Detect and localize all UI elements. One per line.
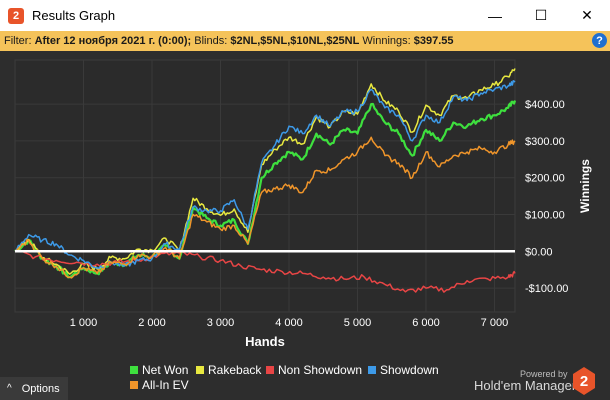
legend-swatch: [266, 366, 274, 374]
x-tick-label: 6 000: [412, 317, 440, 329]
options-button[interactable]: ^ Options: [0, 377, 68, 400]
x-axis-label: Hands: [245, 334, 285, 349]
legend-swatch: [130, 366, 138, 374]
y-tick-label: $300.00: [525, 136, 565, 148]
plot-area: [14, 59, 516, 313]
x-tick-label: 1 000: [70, 317, 98, 329]
y-tick-label: $400.00: [525, 99, 565, 111]
y-tick-label: $100.00: [525, 210, 565, 222]
brand-name: Hold'em Manager: [474, 378, 577, 393]
legend-swatch: [130, 381, 138, 389]
legend-swatch: [368, 366, 376, 374]
y-axis-label: Winnings: [578, 159, 592, 213]
x-tick-label: 7 000: [481, 317, 509, 329]
y-tick-label: -$100.00: [525, 283, 568, 295]
chevron-up-icon: ^: [7, 383, 12, 394]
x-tick-label: 2 000: [138, 317, 166, 329]
y-tick-label: $0.00: [525, 246, 553, 258]
results-graph: $400.00 $300.00 $200.00 $100.00 $0.00 -$100.0…: [14, 59, 592, 349]
legend-all-in-ev[interactable]: All-In EV: [130, 378, 189, 392]
x-tick-label: 4 000: [275, 317, 303, 329]
options-label: Options: [21, 382, 60, 395]
legend-showdown[interactable]: Showdown: [368, 363, 439, 377]
x-tick-label: 3 000: [207, 317, 235, 329]
legend-swatch: [196, 366, 204, 374]
x-tick-label: 5 000: [344, 317, 372, 329]
legend-net-won[interactable]: Net Won: [130, 363, 188, 377]
legend-rakeback[interactable]: Rakeback: [196, 363, 261, 377]
y-tick-label: $200.00: [525, 173, 565, 185]
legend-non-showdown[interactable]: Non Showdown: [266, 363, 362, 377]
